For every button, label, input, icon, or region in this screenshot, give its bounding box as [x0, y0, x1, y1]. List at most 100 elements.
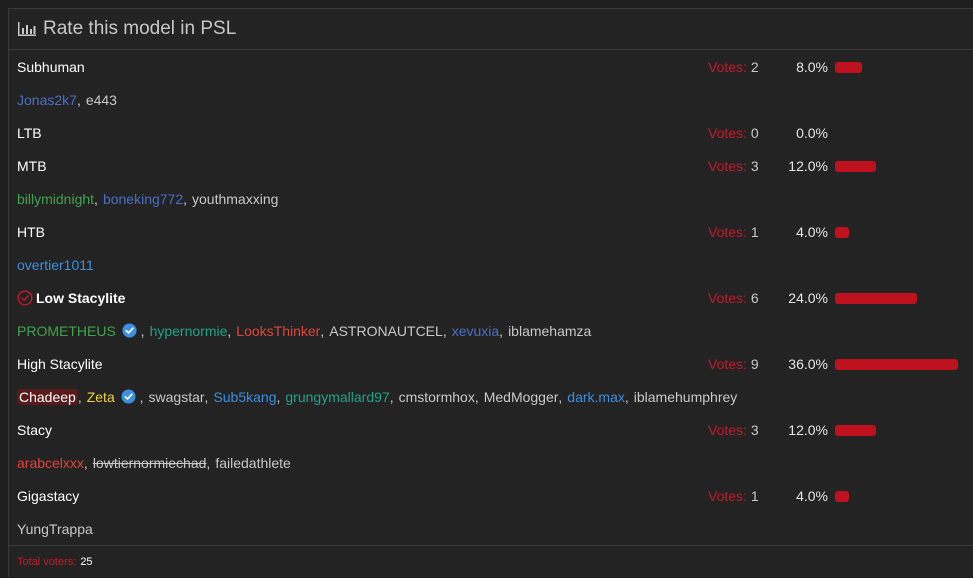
voter-separator: , [76, 91, 81, 108]
total-voters-label: Total voters: [17, 556, 77, 568]
voter-separator: , [276, 388, 281, 405]
voter-username[interactable]: cmstormhox [399, 389, 475, 405]
voter-separator: , [204, 388, 209, 405]
poll-option-row[interactable]: HTB Votes: 1 4.0% [9, 215, 973, 248]
votes-label: Votes: [708, 223, 747, 240]
voter-separator: , [135, 388, 144, 405]
poll-options: Subhuman Votes: 2 8.0% Jonas2k7, e443 LTB Votes… [9, 50, 973, 545]
vote-percentage: 0.0% [796, 124, 828, 141]
voter-username[interactable]: failedathlete [215, 455, 291, 471]
voter-username[interactable]: overtier1011 [17, 257, 94, 273]
votes-count: Votes: 3 [708, 158, 759, 174]
vote-bar [835, 227, 849, 238]
votes-number: 0 [750, 124, 759, 141]
votes-label: Votes: [708, 58, 747, 75]
bar-chart-icon [18, 22, 36, 36]
voter-username[interactable]: Jonas2k7 [17, 92, 77, 108]
poll-option-text: Gigastacy [17, 487, 80, 504]
poll-option-text: MTB [17, 157, 47, 174]
votes-number: 3 [750, 421, 759, 438]
voter-separator: , [474, 388, 479, 405]
voter-separator: , [624, 388, 629, 405]
votes-label: Votes: [708, 487, 747, 504]
voter-username[interactable]: youthmaxxing [192, 191, 278, 207]
votes-count: Votes: 1 [708, 224, 759, 240]
poll-option-row[interactable]: MTB Votes: 3 12.0% [9, 149, 973, 182]
poll-option-label: MTB [17, 158, 47, 174]
poll-option-row[interactable]: Subhuman Votes: 2 8.0% [9, 50, 973, 83]
voter-username[interactable]: xevuxia [452, 323, 499, 339]
voter-separator: , [558, 388, 563, 405]
poll-option-text: Subhuman [17, 58, 85, 75]
voter-list: PROMETHEUS , hypernormie, LooksThinker, AST… [9, 314, 973, 347]
vote-percentage: 4.0% [796, 223, 828, 240]
vote-percentage: 12.0% [788, 157, 828, 174]
poll-option-text: High Stacylite [17, 355, 103, 372]
poll-option-row[interactable]: LTB Votes: 0 0.0% [9, 116, 973, 149]
voter-separator: , [499, 322, 504, 339]
voter-list: Jonas2k7, e443 [9, 83, 973, 116]
voter-list: billymidnight, boneking772, youthmaxxing [9, 182, 973, 215]
voter-username[interactable]: MedMogger [484, 389, 559, 405]
poll-option-label: Gigastacy [17, 488, 79, 504]
vote-bar [835, 491, 849, 502]
votes-number: 2 [750, 58, 759, 75]
voter-username[interactable]: ASTRONAUTCEL [329, 323, 443, 339]
votes-number: 3 [750, 157, 759, 174]
votes-count: Votes: 2 [708, 59, 759, 75]
voter-separator: , [94, 190, 98, 207]
poll-option-label: Stacy [17, 422, 52, 438]
voter-list: arabcelxxx, lowtiernormiechad, failedathle… [9, 446, 973, 479]
poll-option-text: LTB [17, 124, 42, 141]
vote-percentage: 12.0% [788, 421, 828, 438]
voter-username[interactable]: arabcelxxx [17, 455, 84, 471]
voter-list: YungTrappa [9, 512, 973, 545]
voter-username[interactable]: lowtiernormiechad [93, 455, 207, 471]
voter-username[interactable]: e443 [86, 92, 117, 108]
votes-count: Votes: 3 [708, 422, 759, 438]
voter-username[interactable]: Sub5kang [213, 389, 276, 405]
voter-username[interactable]: dark.max [567, 389, 625, 405]
poll-option-text: HTB [17, 223, 45, 240]
voter-username[interactable]: iblamehumphrey [634, 389, 738, 405]
poll-option-label: Subhuman [17, 59, 85, 75]
voter-separator: , [206, 454, 211, 471]
poll-footer: Total voters: 25 [9, 545, 973, 578]
votes-number: 6 [750, 289, 759, 306]
poll-option-row[interactable]: High Stacylite Votes: 9 36.0% [9, 347, 973, 380]
voter-username[interactable]: boneking772 [103, 191, 183, 207]
voter-separator: , [83, 454, 88, 471]
vote-bar [835, 161, 876, 172]
votes-number: 1 [750, 223, 759, 240]
poll-header: Rate this model in PSL [9, 9, 973, 50]
vote-percentage: 36.0% [788, 355, 828, 372]
voter-username[interactable]: PROMETHEUS [17, 323, 116, 339]
voter-username[interactable]: Chadeep [17, 388, 78, 405]
vote-bar [835, 293, 917, 304]
voter-username[interactable]: Zeta [87, 389, 115, 405]
voter-username[interactable]: iblamehamza [508, 323, 591, 339]
voter-separator: , [320, 322, 325, 339]
poll-option-text: Stacy [17, 421, 53, 438]
votes-count: Votes: 6 [708, 290, 759, 306]
voter-username[interactable]: LooksThinker [236, 323, 320, 339]
voter-username[interactable]: grungymallard97 [285, 389, 389, 405]
voter-username[interactable]: billymidnight [17, 191, 94, 207]
poll-option-row[interactable]: Gigastacy Votes: 1 4.0% [9, 479, 973, 512]
poll-option-row[interactable]: Stacy Votes: 3 12.0% [9, 413, 973, 446]
votes-label: Votes: [708, 289, 747, 306]
voter-username[interactable]: swagstar [149, 389, 205, 405]
votes-number: 9 [750, 355, 759, 372]
voter-username[interactable]: YungTrappa [17, 521, 93, 537]
votes-label: Votes: [708, 124, 747, 141]
votes-number: 1 [750, 487, 759, 504]
vote-percentage: 24.0% [788, 289, 828, 306]
total-voters-value: 25 [80, 556, 93, 568]
poll-option-label: Low Stacylite [17, 290, 125, 306]
poll-option-row[interactable]: Low Stacylite Votes: 6 24.0% [9, 281, 973, 314]
voter-username[interactable]: hypernormie [150, 323, 228, 339]
votes-label: Votes: [708, 157, 747, 174]
votes-label: Votes: [708, 355, 747, 372]
voter-separator: , [136, 322, 145, 339]
votes-count: Votes: 1 [708, 488, 759, 504]
